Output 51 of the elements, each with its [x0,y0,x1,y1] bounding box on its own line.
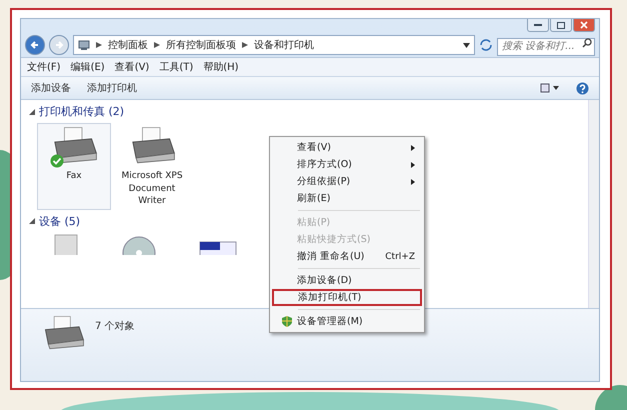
minimize-icon [534,24,542,26]
context-menu-item[interactable]: 分组依据(P) [272,173,422,190]
context-menu-item[interactable]: 添加设备(D) [272,272,422,289]
collapse-arrow-icon[interactable] [29,218,35,224]
address-bar[interactable]: 控制面板 所有控制面板项 设备和打印机 [73,35,475,55]
breadcrumb[interactable]: 所有控制面板项 [166,38,236,52]
toolbar-button[interactable]: 添加设备 [31,81,71,95]
chevron-icon[interactable] [242,42,248,48]
collapse-arrow-icon[interactable] [29,108,35,114]
maximize-button[interactable] [550,19,572,32]
context-menu-item[interactable]: 排序方式(O) [272,156,422,173]
dropdown-icon[interactable] [463,42,470,48]
context-menu-item[interactable]: 撤消 重命名(U) Ctrl+Z [272,248,422,265]
group-header[interactable]: 打印机和传真 (2) [39,104,124,119]
scrollbar[interactable] [588,100,599,308]
close-button[interactable] [573,19,595,32]
help-icon[interactable] [576,82,589,94]
refresh-icon[interactable] [479,38,493,52]
menu-item[interactable]: 查看(V) [114,60,150,74]
minimize-button[interactable] [527,19,549,32]
menu-item[interactable]: 文件(F) [27,60,61,74]
forward-arrow-icon [54,40,64,50]
close-icon [580,21,588,29]
chevron-icon[interactable] [96,42,102,48]
context-menu-item[interactable]: 刷新(E) [272,190,422,207]
group-header[interactable]: 设备 (5) [39,214,80,229]
view-options-icon[interactable] [540,83,560,93]
context-menu-item[interactable]: 设备管理器(M) [272,313,422,330]
menu-item[interactable]: 帮助(H) [203,60,239,74]
object-count: 7 个对象 [95,320,135,333]
back-button[interactable] [25,35,45,55]
breadcrumb[interactable]: 设备和打印机 [254,38,314,52]
context-menu-item[interactable]: 添加打印机(T) [272,289,422,306]
checkmark-icon [50,154,64,168]
context-menu-item[interactable]: 查看(V) [272,139,422,156]
toolbar-button[interactable]: 添加打印机 [87,81,137,95]
printer-tile[interactable]: Fax [37,123,111,210]
breadcrumb[interactable]: 控制面板 [108,38,148,52]
back-arrow-icon [30,40,40,50]
chevron-icon[interactable] [154,42,160,48]
printer-label: Microsoft XPS Document Writer [120,170,184,207]
menu-item[interactable]: 编辑(E) [70,60,105,74]
printer-tile[interactable]: Microsoft XPS Document Writer [115,123,189,210]
control-panel-icon [78,40,90,50]
forward-button[interactable] [49,35,69,55]
search-icon[interactable] [582,38,592,48]
printer-label: Fax [66,170,82,183]
shield-icon [282,316,292,327]
maximize-icon [557,22,565,28]
search-field[interactable]: 搜索 设备和打... [497,38,595,56]
menu-item[interactable]: 工具(T) [159,60,194,74]
